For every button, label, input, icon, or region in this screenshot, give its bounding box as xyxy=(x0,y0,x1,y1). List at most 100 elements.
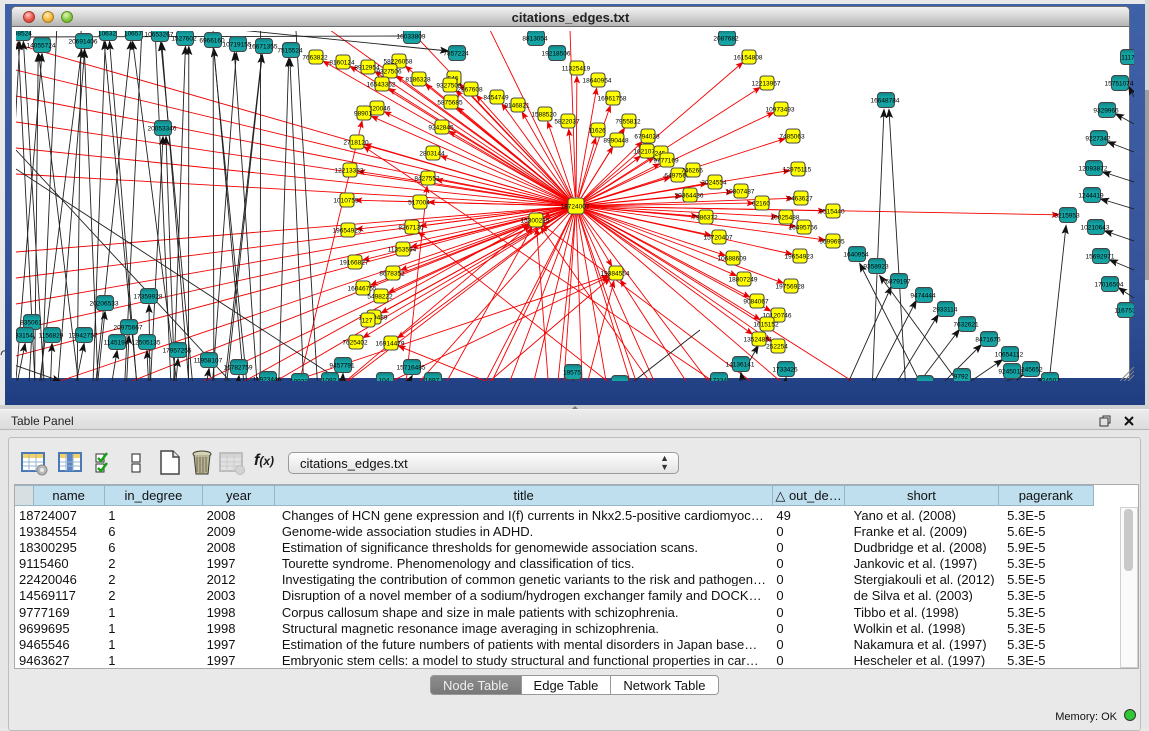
svg-text:15716485: 15716485 xyxy=(397,365,426,372)
svg-text:19654923: 19654923 xyxy=(785,254,814,261)
svg-text:16495756: 16495756 xyxy=(789,225,818,232)
svg-text:17016504: 17016504 xyxy=(1095,282,1124,289)
svg-text:15692971: 15692971 xyxy=(1086,254,1115,261)
svg-text:1615152: 1615152 xyxy=(753,322,779,329)
svg-text:7857224: 7857224 xyxy=(443,51,469,58)
svg-text:15751074: 15751074 xyxy=(1105,81,1134,88)
svg-text:16961758: 16961758 xyxy=(598,96,627,103)
svg-text:20975667: 20975667 xyxy=(114,325,143,332)
svg-text:10654112: 10654112 xyxy=(995,352,1024,359)
svg-text:8454749: 8454749 xyxy=(483,95,509,102)
svg-text:2967608: 2967608 xyxy=(457,87,483,94)
svg-text:17957255: 17957255 xyxy=(163,348,192,355)
svg-text:1117: 1117 xyxy=(1121,55,1134,62)
svg-text:8427552: 8427552 xyxy=(414,176,440,183)
svg-text:9358923: 9358923 xyxy=(863,264,889,271)
svg-text:20691406: 20691406 xyxy=(69,39,98,46)
svg-text:16782759: 16782759 xyxy=(224,365,253,372)
svg-text:17334: 17334 xyxy=(709,378,727,382)
svg-text:10973493: 10973493 xyxy=(766,107,795,114)
svg-text:10210643: 10210643 xyxy=(1081,225,1110,232)
svg-text:13524851: 13524851 xyxy=(744,337,773,344)
svg-text:1697: 1697 xyxy=(425,378,440,382)
svg-text:10688609: 10688609 xyxy=(718,256,747,263)
svg-text:11958107: 11958107 xyxy=(194,358,223,365)
svg-text:7632621: 7632621 xyxy=(953,322,979,329)
svg-text:9146821: 9146821 xyxy=(504,103,530,110)
svg-text:16648784: 16648784 xyxy=(871,98,900,105)
svg-text:12213383: 12213383 xyxy=(335,168,364,175)
svg-text:6794028: 6794028 xyxy=(634,134,660,141)
svg-text:16154808: 16154808 xyxy=(734,55,763,62)
svg-text:11923446: 11923446 xyxy=(253,377,282,382)
svg-text:9227342: 9227342 xyxy=(1085,136,1111,143)
svg-text:1527602: 1527602 xyxy=(171,36,197,43)
svg-text:10923: 10923 xyxy=(290,379,308,382)
svg-text:252254: 252254 xyxy=(766,344,788,351)
svg-text:9777169: 9777169 xyxy=(653,158,679,165)
svg-text:7663822: 7663822 xyxy=(302,55,328,62)
svg-text:19218506: 19218506 xyxy=(542,51,571,58)
svg-text:3215953: 3215953 xyxy=(1054,213,1080,220)
svg-text:19654923: 19654923 xyxy=(333,228,362,235)
svg-text:19756928: 19756928 xyxy=(776,284,805,291)
svg-text:19575: 19575 xyxy=(563,370,581,377)
svg-text:1010755: 1010755 xyxy=(333,198,359,205)
svg-text:16914479: 16914479 xyxy=(376,341,405,348)
svg-text:10657: 10657 xyxy=(124,31,142,38)
svg-text:10719155: 10719155 xyxy=(223,42,252,49)
svg-text:9792: 9792 xyxy=(954,374,969,381)
svg-text:9699695: 9699695 xyxy=(819,239,845,246)
svg-text:17359928: 17359928 xyxy=(134,294,163,301)
svg-text:8160124: 8160124 xyxy=(329,60,355,67)
svg-text:20206533: 20206533 xyxy=(90,301,119,308)
svg-text:15720407: 15720407 xyxy=(704,235,733,242)
svg-text:7625402: 7625402 xyxy=(342,340,368,347)
svg-text:9463627: 9463627 xyxy=(787,196,813,203)
svg-text:10632: 10632 xyxy=(98,31,116,38)
svg-text:12213967: 12213967 xyxy=(752,81,781,88)
svg-text:1733426: 1733426 xyxy=(772,367,798,374)
svg-text:8796: 8796 xyxy=(917,381,932,382)
svg-text:1145194: 1145194 xyxy=(104,340,129,347)
svg-text:5822037: 5822037 xyxy=(554,119,580,126)
svg-text:1640954: 1640954 xyxy=(843,252,869,259)
svg-text:10807487: 10807487 xyxy=(726,189,755,196)
svg-text:924502: 924502 xyxy=(1038,378,1060,382)
svg-text:8186328: 8186328 xyxy=(405,77,431,84)
svg-text:11626: 11626 xyxy=(588,128,606,135)
svg-text:835061: 835061 xyxy=(20,320,42,327)
svg-text:8990448: 8990448 xyxy=(603,138,629,145)
svg-text:8813054: 8813054 xyxy=(522,36,548,43)
svg-text:127: 127 xyxy=(362,318,373,325)
svg-text:7955812: 7955812 xyxy=(615,119,641,126)
svg-text:8267130: 8267130 xyxy=(398,225,424,232)
svg-text:7986372: 7986372 xyxy=(692,215,718,222)
svg-text:9245012: 9245012 xyxy=(998,369,1024,376)
svg-text:10997: 10997 xyxy=(610,381,628,382)
svg-text:11325419: 11325419 xyxy=(562,66,591,73)
svg-text:2087682: 2087682 xyxy=(713,36,739,43)
svg-text:12942757: 12942757 xyxy=(69,333,98,340)
svg-text:98901: 98901 xyxy=(354,111,372,118)
svg-text:9242845: 9242845 xyxy=(428,125,454,132)
svg-text:9515440: 9515440 xyxy=(819,209,845,216)
svg-text:20364436: 20364436 xyxy=(675,193,704,200)
svg-text:18640954: 18640954 xyxy=(583,78,612,85)
svg-text:6966160: 6966160 xyxy=(199,38,225,45)
svg-text:19384554: 19384554 xyxy=(601,271,630,278)
svg-text:9329966: 9329966 xyxy=(1093,108,1119,115)
svg-text:104: 104 xyxy=(379,378,390,382)
svg-text:8471676: 8471676 xyxy=(975,337,1001,344)
svg-text:517004: 517004 xyxy=(408,200,430,207)
svg-text:2718120: 2718120 xyxy=(343,140,369,147)
svg-text:1156829: 1156829 xyxy=(39,333,64,340)
svg-text:9084067: 9084067 xyxy=(743,299,769,306)
svg-text:18807249: 18807249 xyxy=(729,277,758,284)
svg-text:19166827: 19166827 xyxy=(340,260,369,267)
svg-text:10653267: 10653267 xyxy=(145,32,174,39)
svg-text:16033809: 16033809 xyxy=(397,34,426,41)
svg-text:9457791: 9457791 xyxy=(329,363,355,370)
svg-text:16671355: 16671355 xyxy=(249,44,278,51)
svg-text:16046755: 16046755 xyxy=(348,286,377,293)
